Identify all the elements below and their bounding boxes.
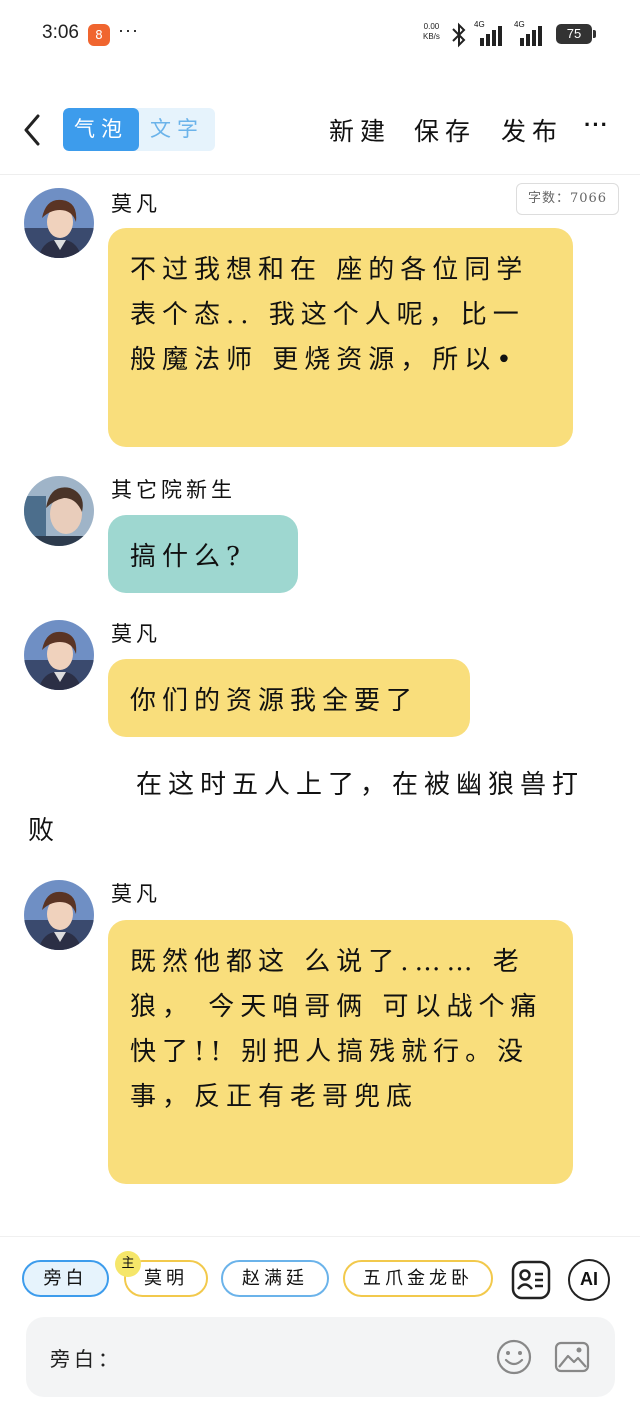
avatar[interactable] — [24, 620, 94, 690]
message-bubble[interactable]: 既然他都这 么说了.…… 老狼， 今天咱哥俩 可以战个痛 快了!! 别把人搞残就… — [108, 920, 573, 1184]
speaker-name: 莫凡 — [111, 192, 161, 216]
top-bar: 气泡 文字 新建 保存 发布 ··· — [0, 100, 640, 162]
mode-text-tab[interactable]: 文字 — [139, 108, 215, 151]
bottom-panel: 旁白 莫明 主 赵满廷 五爪金龙卧 AI 旁白： — [0, 1236, 640, 1423]
speaker-name: 莫凡 — [111, 882, 161, 906]
narration-text[interactable]: 在这时五人上了，在被幽狼兽打败 — [28, 762, 598, 854]
mofan-avatar-icon — [24, 188, 94, 258]
image-icon[interactable] — [553, 1338, 591, 1376]
status-time: 3:06 — [42, 22, 79, 43]
avatar[interactable] — [24, 476, 94, 546]
net-speed-value: 0.00 — [423, 22, 440, 31]
input-speaker-label: 旁白： — [50, 1347, 122, 1371]
status-more-icon: ··· — [118, 20, 139, 40]
more-menu-icon[interactable]: ··· — [584, 112, 609, 138]
message-bubble[interactable]: 搞什么? — [108, 515, 298, 593]
message-input[interactable]: 旁白： — [26, 1317, 615, 1397]
mofan-avatar-icon — [24, 880, 94, 950]
student-avatar-icon — [24, 476, 94, 546]
app-notification-icon: 8 — [88, 24, 110, 46]
bluetooth-icon — [452, 22, 466, 48]
emoji-icon[interactable] — [495, 1338, 533, 1376]
status-bar: 3:06 8 ··· 0.00 KB/s 4G 4G 75 — [0, 0, 640, 70]
word-count-badge: 字数：7066 — [516, 183, 619, 215]
back-icon[interactable] — [18, 108, 48, 152]
speaker-name: 莫凡 — [111, 622, 161, 646]
speaker-name: 其它院新生 — [111, 478, 236, 502]
publish-button[interactable]: 发布 — [501, 112, 563, 148]
save-button[interactable]: 保存 — [414, 112, 476, 148]
signal-1-icon: 4G — [474, 20, 508, 46]
message-bubble[interactable]: 不过我想和在 座的各位同学 表个态.. 我这个人呢，比一般魔法师 更烧资源，所以… — [108, 228, 573, 447]
mofan-avatar-icon — [24, 620, 94, 690]
mode-toggle: 气泡 文字 — [63, 108, 215, 151]
signal-2-icon: 4G — [514, 20, 548, 46]
mode-bubble-tab[interactable]: 气泡 — [63, 108, 139, 151]
character-list-icon[interactable] — [510, 1259, 552, 1301]
battery-icon: 75 — [556, 24, 596, 44]
net-speed: 0.00 KB/s — [423, 22, 440, 42]
new-button[interactable]: 新建 — [329, 112, 391, 148]
avatar[interactable] — [24, 188, 94, 258]
header-divider — [0, 174, 640, 175]
character-chip-aside[interactable]: 旁白 — [22, 1260, 109, 1297]
character-chip-wuzhua[interactable]: 五爪金龙卧 — [343, 1260, 493, 1297]
ai-button[interactable]: AI — [568, 1259, 610, 1301]
character-chip-zhao[interactable]: 赵满廷 — [221, 1260, 329, 1297]
main-character-badge: 主 — [115, 1251, 141, 1277]
net-speed-unit: KB/s — [423, 32, 440, 41]
message-bubble[interactable]: 你们的资源我全要了 — [108, 659, 470, 737]
avatar[interactable] — [24, 880, 94, 950]
